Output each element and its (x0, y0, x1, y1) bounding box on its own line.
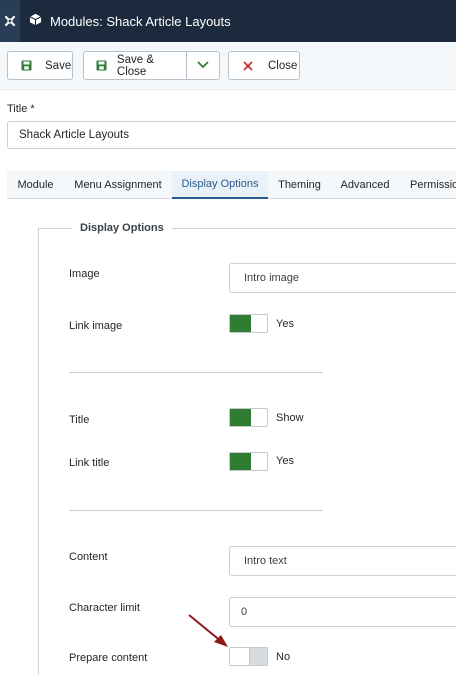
save-close-button[interactable]: Save & Close (83, 51, 187, 80)
title-option-label: Title (69, 414, 90, 426)
save-button-label: Save (45, 59, 72, 72)
toggle-off-indicator (230, 648, 250, 665)
save-options-dropdown-button[interactable] (186, 51, 220, 80)
chevron-down-icon (197, 60, 209, 72)
image-label: Image (69, 268, 100, 280)
character-limit-input[interactable]: 0 (229, 597, 456, 627)
prepare-content-state: No (276, 651, 291, 663)
link-title-state: Yes (276, 455, 294, 467)
save-close-button-label: Save & Close (116, 53, 154, 78)
save-button[interactable]: Save (7, 51, 73, 80)
annotation-arrow-icon (188, 614, 228, 647)
floppy-disk-icon (96, 60, 108, 72)
header-bar: Modules: Shack Article Layouts (0, 0, 456, 42)
toggle-on-indicator (230, 453, 251, 470)
content-label: Content (69, 551, 108, 563)
toggle-on-indicator (230, 409, 251, 426)
joomla-logo-icon[interactable] (0, 0, 20, 42)
title-input[interactable]: Shack Article Layouts (7, 121, 456, 149)
tab-advanced[interactable]: Advanced (331, 171, 399, 199)
character-limit-label: Character limit (69, 602, 140, 614)
link-image-state: Yes (276, 318, 294, 330)
page-title: Modules: Shack Article Layouts (50, 13, 231, 29)
tab-menu-assignment[interactable]: Menu Assignment (64, 171, 172, 199)
toggle-on-indicator (230, 315, 251, 332)
tab-module[interactable]: Module (7, 171, 64, 199)
tab-theming[interactable]: Theming (268, 171, 331, 199)
title-field-label: Title * (7, 103, 35, 115)
prepare-content-toggle[interactable] (229, 647, 268, 666)
title-option-state: Show (276, 412, 304, 424)
cube-icon (29, 13, 42, 29)
image-select[interactable]: Intro image (229, 263, 456, 293)
close-button-label: Close (268, 59, 298, 72)
x-icon (242, 60, 254, 72)
title-option-toggle[interactable] (229, 408, 268, 427)
tab-permissions[interactable]: Permissio (399, 171, 456, 199)
content-select[interactable]: Intro text (229, 546, 456, 576)
close-button[interactable]: Close (228, 51, 300, 80)
divider (69, 510, 323, 511)
link-title-label: Link title (69, 457, 110, 469)
link-image-toggle[interactable] (229, 314, 268, 333)
floppy-disk-icon (20, 60, 32, 72)
fieldset-legend: Display Options (72, 222, 172, 234)
link-image-label: Link image (69, 320, 123, 332)
tab-display-options[interactable]: Display Options (172, 171, 268, 199)
toolbar: Save Save & Close Close (0, 42, 456, 90)
divider (69, 372, 323, 373)
prepare-content-label: Prepare content (69, 652, 148, 664)
link-title-toggle[interactable] (229, 452, 268, 471)
tab-bar: Module Menu Assignment Display Options T… (7, 171, 456, 199)
